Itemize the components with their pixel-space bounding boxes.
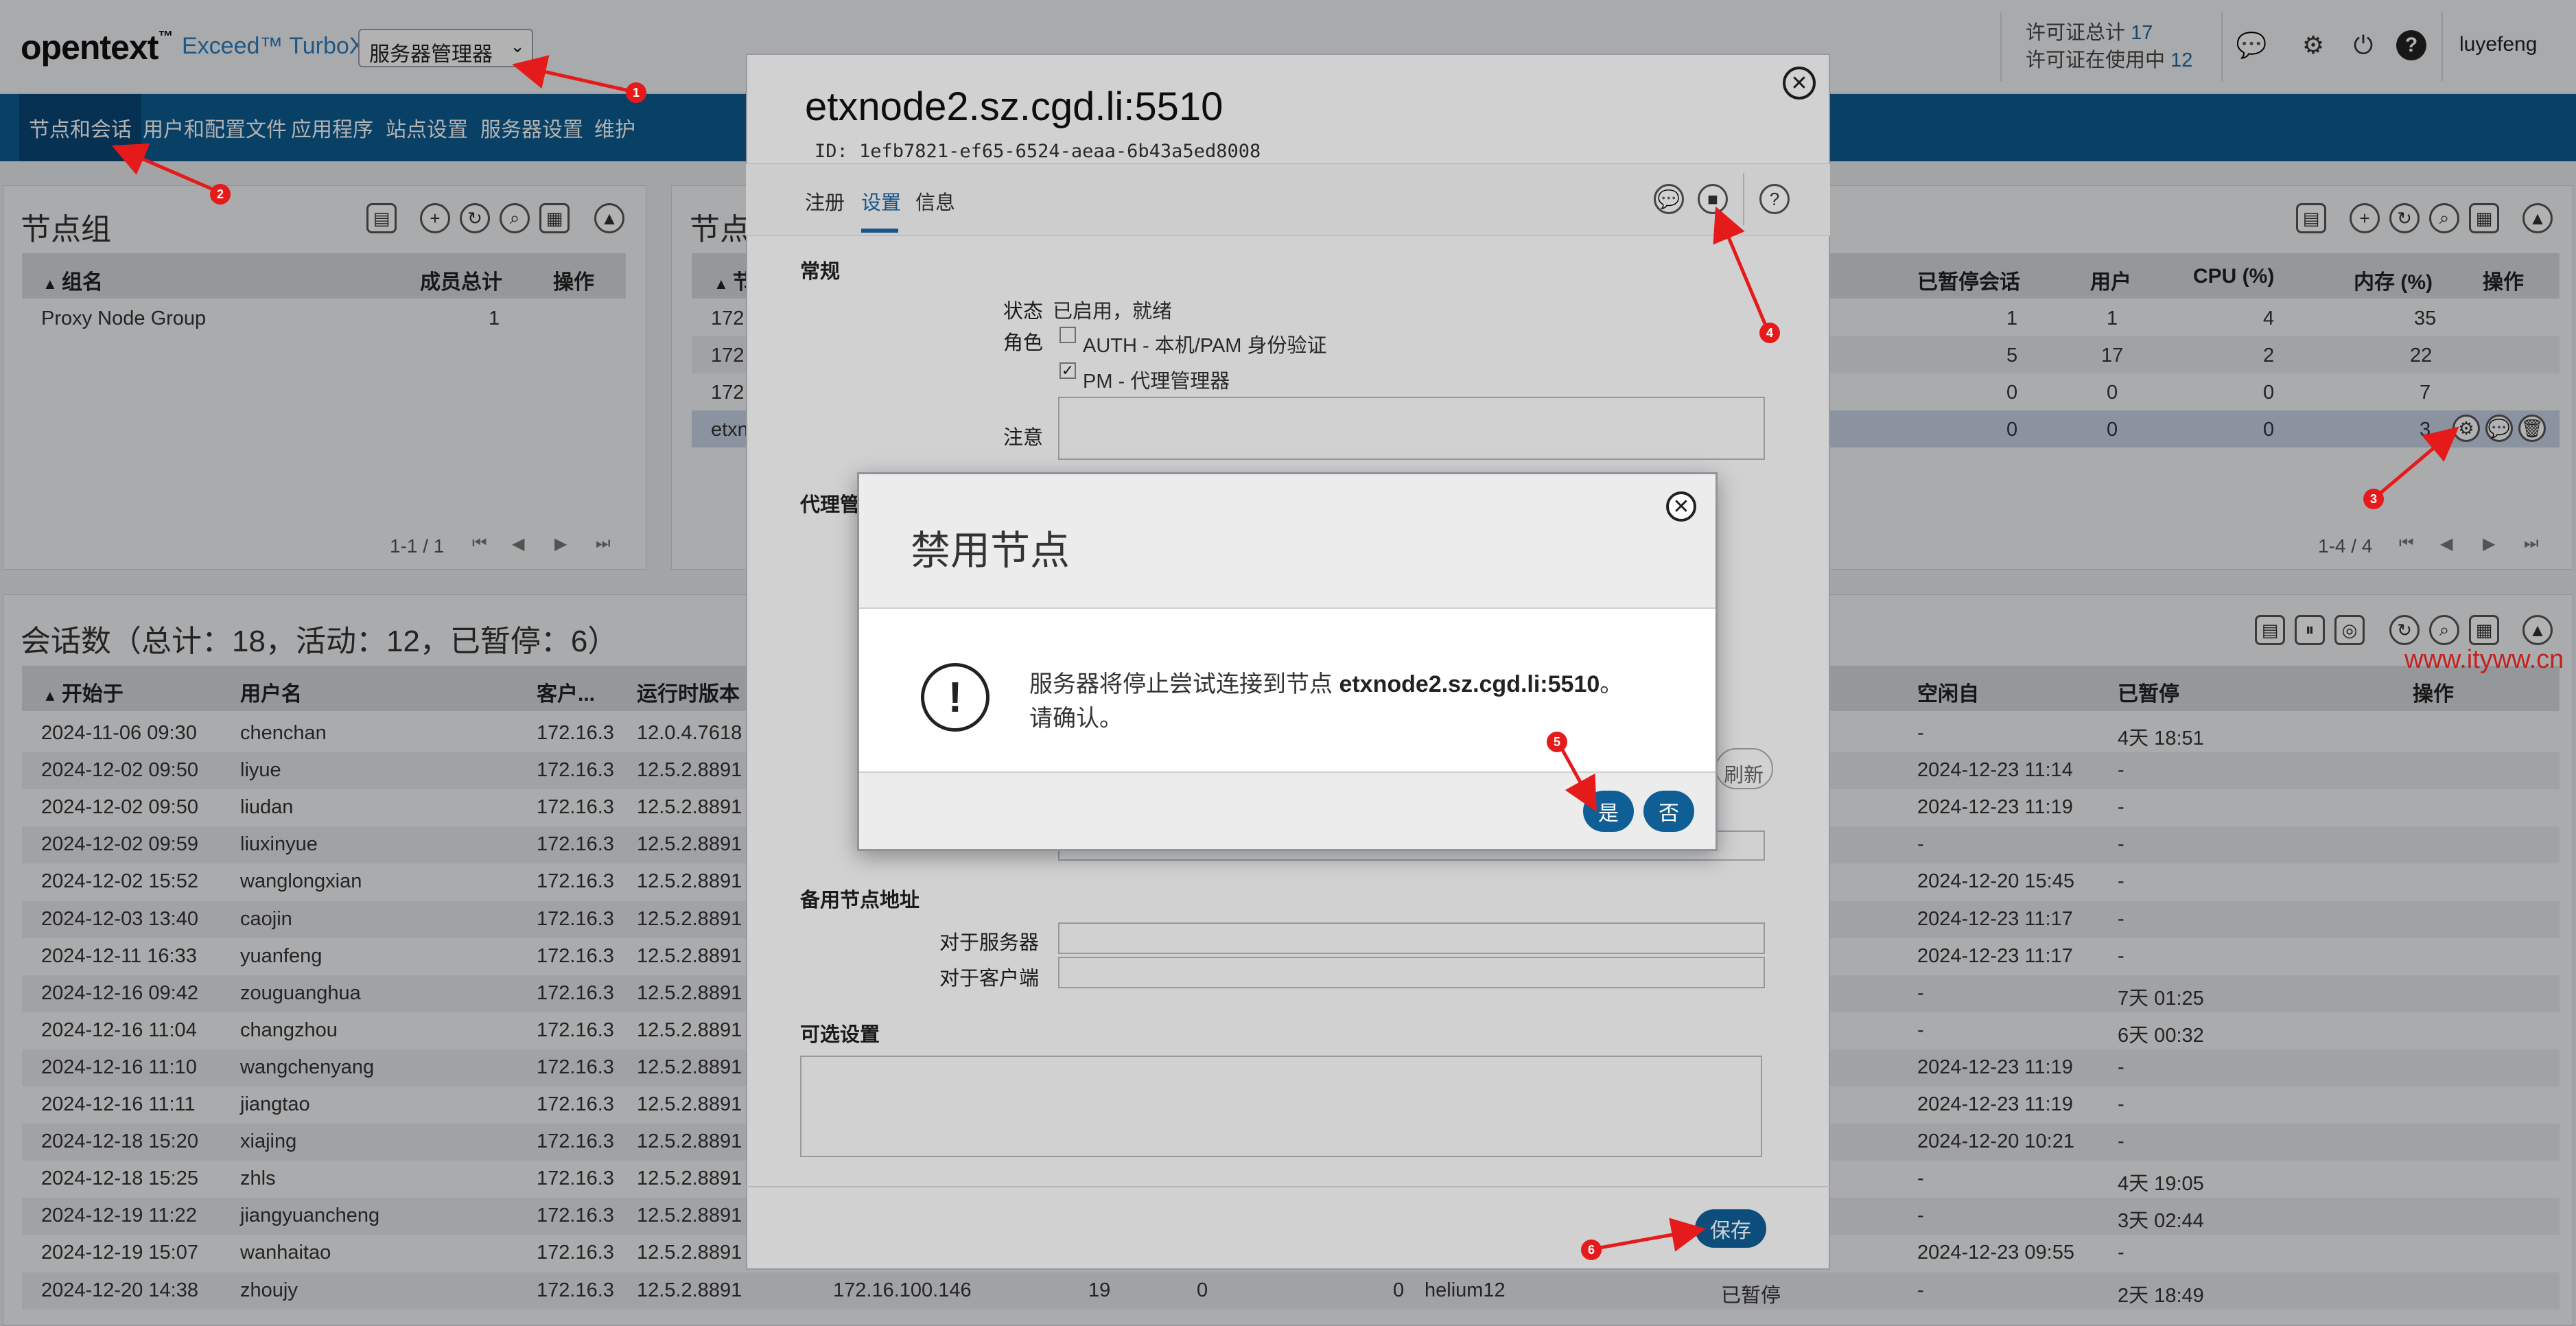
- watermark: www.ityww.cn: [2404, 645, 2564, 674]
- annotation-arrow-1: [512, 55, 635, 94]
- annotation-marker: 1: [626, 82, 646, 103]
- annotation-arrows: [111, 55, 2459, 1252]
- annotation-arrow-4: [1713, 206, 1771, 334]
- annotation-marker: 2: [210, 184, 231, 205]
- annotation-arrow-5: [1556, 740, 1597, 812]
- annotation-marker: 3: [2363, 489, 2384, 509]
- annotation-arrow-2: [111, 143, 222, 195]
- annotation-marker: 5: [1547, 732, 1567, 752]
- annotation-arrow-3: [2373, 426, 2459, 500]
- annotation-marker: 4: [1759, 323, 1780, 343]
- annotation-arrow-6: [1591, 1218, 1706, 1252]
- annotation-marker: 6: [1581, 1240, 1602, 1260]
